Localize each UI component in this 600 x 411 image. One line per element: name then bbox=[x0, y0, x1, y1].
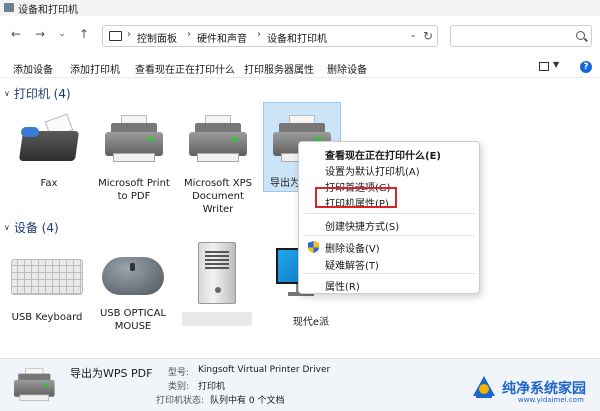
printers-group-label: 打印机 (4) bbox=[13, 87, 71, 101]
highlight-box bbox=[315, 187, 397, 208]
fax-icon bbox=[17, 113, 81, 165]
printer-status-label: 打印机状态: bbox=[156, 396, 205, 406]
device-item-mouse[interactable]: USB OPTICAL MOUSE bbox=[94, 249, 172, 333]
context-menu: 查看现在正在打印什么(E) 设置为默认打印机(A) 打印首选项(G) 打印机属性… bbox=[298, 141, 480, 294]
menu-item-see-whats-printing[interactable]: 查看现在正在打印什么(E) bbox=[325, 147, 441, 162]
devices-printers-app-icon bbox=[4, 3, 14, 12]
breadcrumb-control-panel[interactable]: 控制面板 bbox=[137, 30, 177, 45]
menu-divider bbox=[303, 273, 475, 274]
command-bar: 添加设备 添加打印机 查看现在正在打印什么 打印服务器属性 删除设备 ▼ ? bbox=[0, 56, 600, 78]
selected-device-name: 导出为WPS PDF bbox=[70, 367, 153, 380]
forward-arrow-icon[interactable]: → bbox=[32, 26, 48, 42]
help-icon[interactable]: ? bbox=[580, 61, 592, 73]
back-arrow-icon[interactable]: ← bbox=[8, 26, 24, 42]
devices-group-header[interactable]: ∨ 设备 (4) bbox=[4, 219, 59, 236]
menu-item-troubleshoot[interactable]: 疑难解答(T) bbox=[325, 257, 379, 272]
control-panel-icon bbox=[109, 31, 122, 41]
menu-item-properties[interactable]: 属性(R) bbox=[325, 278, 360, 293]
menu-item-create-shortcut[interactable]: 创建快捷方式(S) bbox=[325, 218, 399, 233]
window-title: 设备和打印机 bbox=[18, 5, 78, 16]
watermark-logo bbox=[473, 376, 495, 398]
view-dropdown-icon[interactable]: ▼ bbox=[553, 60, 559, 69]
add-device-button[interactable]: 添加设备 bbox=[13, 61, 53, 76]
breadcrumb-hardware-sound[interactable]: 硬件和声音 bbox=[197, 30, 247, 45]
navigation-bar: ← → ⌄ ↑ › 控制面板 › 硬件和声音 › 设备和打印机 ⌄ ↻ bbox=[0, 18, 600, 52]
breadcrumb-separator: › bbox=[257, 29, 261, 40]
menu-item-remove-device[interactable]: 删除设备(V) bbox=[325, 240, 380, 255]
device-label: USB OPTICAL MOUSE bbox=[99, 308, 167, 332]
menu-item-set-default-printer[interactable]: 设置为默认打印机(A) bbox=[325, 163, 420, 178]
breadcrumb-devices-printers[interactable]: 设备和打印机 bbox=[267, 30, 327, 45]
mouse-icon bbox=[102, 257, 164, 295]
see-whats-printing-button[interactable]: 查看现在正在打印什么 bbox=[135, 61, 235, 76]
printer-item-print-to-pdf[interactable]: Microsoft Print to PDF bbox=[95, 115, 173, 203]
device-label: Microsoft XPS Document Writer bbox=[184, 178, 252, 215]
collapse-chevron-icon[interactable]: ∨ bbox=[4, 223, 10, 232]
search-box[interactable] bbox=[450, 25, 592, 47]
collapse-chevron-icon[interactable]: ∨ bbox=[4, 89, 10, 98]
model-label: 型号: bbox=[168, 368, 190, 378]
menu-divider bbox=[303, 213, 475, 214]
address-bar[interactable]: › 控制面板 › 硬件和声音 › 设备和打印机 ⌄ ↻ bbox=[102, 25, 438, 47]
view-options-icon[interactable] bbox=[539, 62, 549, 71]
print-server-properties-button[interactable]: 打印服务器属性 bbox=[244, 61, 314, 76]
device-item-computer[interactable] bbox=[178, 242, 256, 326]
printer-icon bbox=[105, 115, 163, 165]
computer-tower-icon bbox=[198, 242, 236, 304]
device-label: Fax bbox=[40, 178, 58, 189]
printer-icon bbox=[189, 115, 247, 165]
device-label: USB Keyboard bbox=[11, 312, 83, 323]
address-dropdown-icon[interactable]: ⌄ bbox=[409, 30, 417, 40]
watermark-text: 纯净系统家园 bbox=[502, 381, 586, 397]
keyboard-icon bbox=[11, 259, 83, 295]
category-value: 打印机 bbox=[198, 382, 226, 392]
add-printer-button[interactable]: 添加打印机 bbox=[70, 61, 120, 76]
printer-icon bbox=[14, 368, 55, 403]
watermark-url: www.yidaimei.com bbox=[518, 396, 584, 404]
printer-item-fax[interactable]: Fax bbox=[10, 113, 88, 190]
printer-item-xps-writer[interactable]: Microsoft XPS Document Writer bbox=[179, 115, 257, 216]
search-icon[interactable] bbox=[576, 31, 585, 40]
title-bar: 设备和打印机 bbox=[0, 0, 600, 16]
up-arrow-icon[interactable]: ↑ bbox=[76, 26, 92, 42]
category-label: 类别: bbox=[168, 382, 190, 392]
remove-device-button[interactable]: 删除设备 bbox=[327, 61, 367, 76]
breadcrumb-separator: › bbox=[127, 29, 131, 40]
printer-status-value: 队列中有 0 个文档 bbox=[210, 396, 285, 406]
blurred-device-label bbox=[182, 312, 252, 326]
shield-icon bbox=[308, 241, 319, 253]
recent-locations-chevron-icon[interactable]: ⌄ bbox=[54, 26, 70, 42]
device-label: Microsoft Print to PDF bbox=[98, 178, 170, 202]
refresh-icon[interactable]: ↻ bbox=[423, 29, 433, 43]
menu-divider bbox=[303, 235, 475, 236]
devices-group-label: 设备 (4) bbox=[13, 221, 59, 235]
device-label: 现代e派 bbox=[292, 317, 330, 328]
printers-group-header[interactable]: ∨ 打印机 (4) bbox=[4, 85, 71, 102]
model-value: Kingsoft Virtual Printer Driver bbox=[198, 365, 331, 375]
device-item-keyboard[interactable]: USB Keyboard bbox=[8, 249, 86, 324]
breadcrumb-separator: › bbox=[187, 29, 191, 40]
